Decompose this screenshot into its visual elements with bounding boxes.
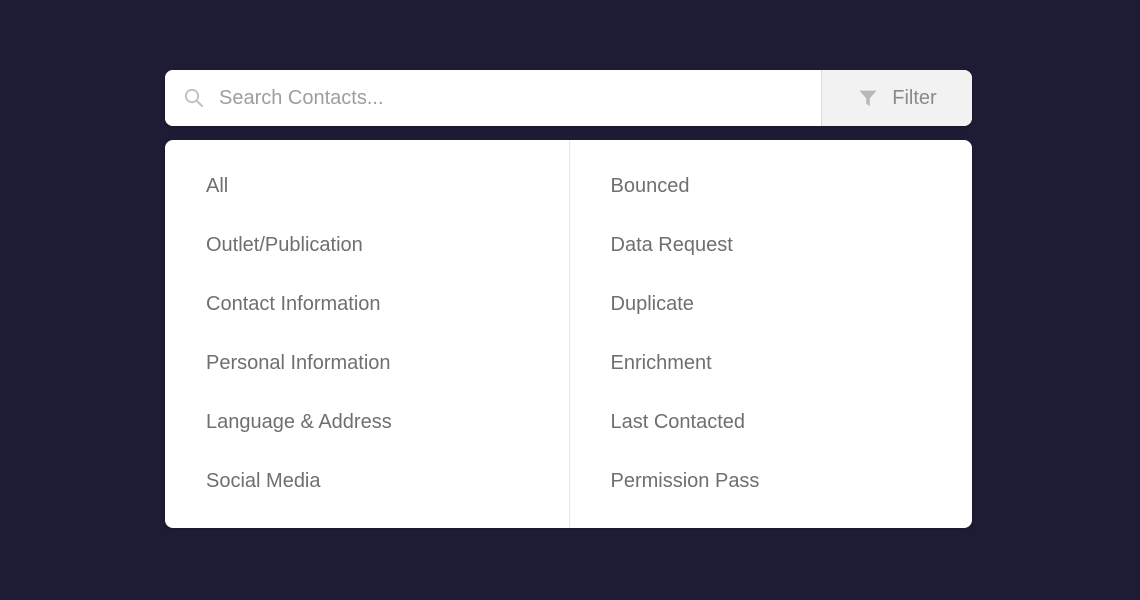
filter-option-bounced[interactable]: Bounced — [611, 176, 973, 235]
filter-dropdown-panel: All Outlet/Publication Contact Informati… — [165, 140, 972, 528]
filter-button-label: Filter — [892, 86, 937, 109]
filter-dropdown-left-column: All Outlet/Publication Contact Informati… — [165, 140, 569, 528]
filter-option-personal-information[interactable]: Personal Information — [206, 353, 569, 412]
filter-dropdown-right-column: Bounced Data Request Duplicate Enrichmen… — [568, 140, 973, 528]
filter-option-permission-pass[interactable]: Permission Pass — [611, 471, 973, 528]
search-input[interactable] — [219, 86, 821, 110]
filter-option-all[interactable]: All — [206, 176, 569, 235]
filter-button[interactable]: Filter — [821, 70, 972, 126]
search-icon — [183, 87, 205, 109]
filter-option-enrichment[interactable]: Enrichment — [611, 353, 973, 412]
search-field[interactable] — [165, 70, 821, 126]
filter-option-duplicate[interactable]: Duplicate — [611, 294, 973, 353]
app-root: Filter All Outlet/Publication Contact In… — [0, 0, 1140, 600]
filter-option-social-media[interactable]: Social Media — [206, 471, 569, 528]
filter-funnel-icon — [857, 87, 879, 109]
filter-option-data-request[interactable]: Data Request — [611, 235, 973, 294]
filter-option-outlet-publication[interactable]: Outlet/Publication — [206, 235, 569, 294]
filter-option-contact-information[interactable]: Contact Information — [206, 294, 569, 353]
filter-option-last-contacted[interactable]: Last Contacted — [611, 412, 973, 471]
search-bar: Filter — [165, 70, 972, 126]
filter-option-language-address[interactable]: Language & Address — [206, 412, 569, 471]
